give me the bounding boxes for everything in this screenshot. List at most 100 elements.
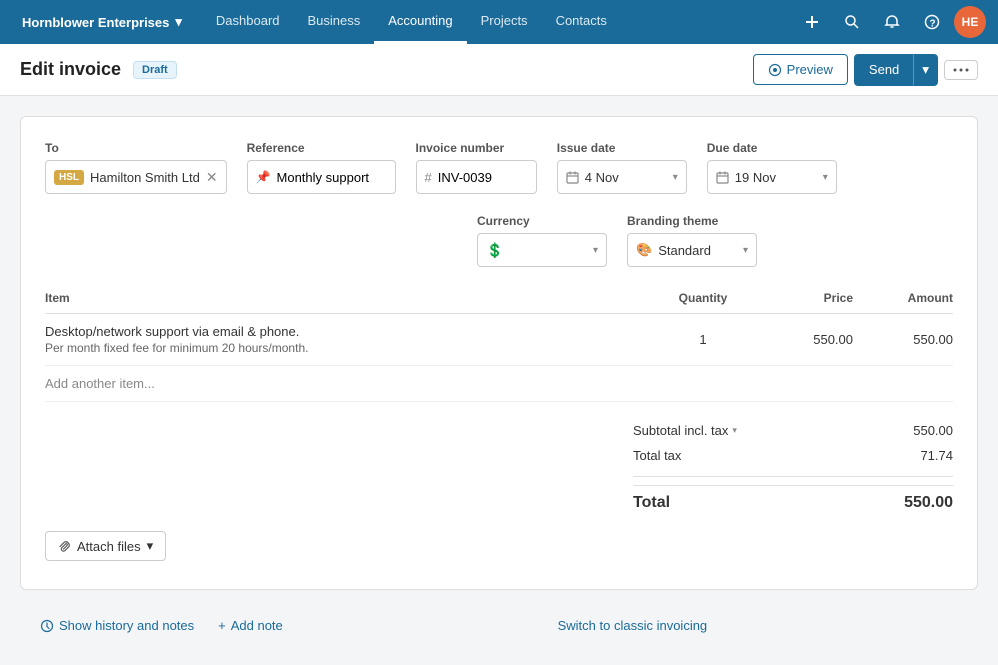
classic-invoicing-link[interactable]: Switch to classic invoicing [558, 618, 708, 633]
line-items: Item Quantity Price Amount Desktop/netwo… [45, 283, 953, 402]
currency-group: Currency 💲 ▾ [477, 214, 607, 267]
notifications-button[interactable] [874, 4, 910, 40]
add-note-icon: + [218, 618, 226, 633]
col-amount-header: Amount [853, 291, 953, 305]
item-quantity: 1 [653, 332, 753, 347]
status-badge: Draft [133, 61, 177, 79]
history-link[interactable]: Show history and notes [40, 618, 194, 633]
invoice-number-label: Invoice number [416, 141, 537, 155]
org-selector[interactable]: Hornblower Enterprises ▾ [12, 8, 192, 36]
org-name: Hornblower Enterprises [22, 15, 169, 30]
branding-label: Branding theme [627, 214, 757, 228]
col-quantity-header: Quantity [653, 291, 753, 305]
contact-remove-button[interactable]: ✕ [206, 170, 218, 184]
contact-badge: HSL [54, 170, 84, 185]
item-description: Desktop/network support via email & phon… [45, 324, 653, 355]
page-title: Edit invoice [20, 59, 121, 80]
form-row-2: Currency 💲 ▾ Branding theme 🎨 Standard ▾ [45, 214, 953, 267]
subtotal-row: Subtotal incl. tax ▾ 550.00 [633, 418, 953, 443]
org-dropdown-icon: ▾ [175, 14, 182, 30]
send-group: Send ▾ [854, 54, 938, 86]
bottom-section: Attach files ▾ [45, 517, 953, 565]
help-button[interactable]: ? [914, 4, 950, 40]
attach-files-button[interactable]: Attach files ▾ [45, 531, 166, 561]
currency-select[interactable]: 💲 ▾ [477, 233, 607, 267]
subtotal-value: 550.00 [913, 423, 953, 438]
more-options-button[interactable] [944, 60, 978, 80]
currency-caret: ▾ [593, 245, 598, 256]
item-desc-line1: Desktop/network support via email & phon… [45, 324, 653, 339]
nav-business[interactable]: Business [294, 0, 375, 44]
subtotal-label: Subtotal incl. tax ▾ [633, 423, 737, 438]
reference-field-group: Reference 📌 [247, 141, 396, 194]
search-button[interactable] [834, 4, 870, 40]
nav-dashboard[interactable]: Dashboard [202, 0, 294, 44]
branding-icon: 🎨 [636, 242, 652, 258]
item-price: 550.00 [753, 332, 853, 347]
invoice-number-input[interactable] [438, 170, 528, 185]
subtotal-caret[interactable]: ▾ [732, 425, 737, 436]
contact-tag[interactable]: HSL Hamilton Smith Ltd ✕ [45, 160, 227, 194]
grand-total-row: Total 550.00 [633, 485, 953, 517]
issue-date-picker[interactable]: 4 Nov ▾ [557, 160, 687, 194]
add-item-button[interactable]: Add another item... [45, 366, 953, 402]
send-button[interactable]: Send [854, 54, 913, 86]
branding-caret: ▾ [743, 245, 748, 256]
contact-name: Hamilton Smith Ltd [90, 170, 200, 185]
user-avatar[interactable]: HE [954, 6, 986, 38]
currency-label: Currency [477, 214, 607, 228]
svg-text:?: ? [930, 19, 936, 30]
page-header: Edit invoice Draft Preview Send ▾ [0, 44, 998, 96]
total-value: 550.00 [904, 494, 953, 512]
nav-contacts[interactable]: Contacts [542, 0, 621, 44]
table-row: Desktop/network support via email & phon… [45, 314, 953, 366]
due-date-value: 19 Nov [735, 170, 776, 185]
form-row-1: To HSL Hamilton Smith Ltd ✕ Reference 📌 … [45, 141, 953, 194]
totals-table: Subtotal incl. tax ▾ 550.00 Total tax 71… [633, 418, 953, 517]
branding-select[interactable]: 🎨 Standard ▾ [627, 233, 757, 267]
reference-input[interactable] [277, 170, 387, 185]
branding-value: Standard [658, 243, 711, 258]
issue-date-value: 4 Nov [585, 170, 619, 185]
preview-button[interactable]: Preview [753, 54, 848, 85]
send-caret-button[interactable]: ▾ [913, 54, 938, 86]
item-amount: 550.00 [853, 332, 953, 347]
totals-section: Subtotal incl. tax ▾ 550.00 Total tax 71… [45, 418, 953, 517]
total-label: Total [633, 494, 670, 512]
due-date-caret: ▾ [823, 172, 828, 183]
tax-row: Total tax 71.74 [633, 443, 953, 468]
reference-input-wrap: 📌 [247, 160, 396, 194]
due-date-picker[interactable]: 19 Nov ▾ [707, 160, 837, 194]
invoice-card: To HSL Hamilton Smith Ltd ✕ Reference 📌 … [20, 116, 978, 590]
item-desc-line2: Per month fixed fee for minimum 20 hours… [45, 341, 653, 355]
tax-value: 71.74 [920, 448, 953, 463]
due-date-label: Due date [707, 141, 837, 155]
tax-label: Total tax [633, 448, 681, 463]
page-footer: Show history and notes + Add note Switch… [20, 606, 978, 645]
to-label: To [45, 141, 227, 155]
nav-accounting[interactable]: Accounting [374, 0, 466, 44]
hash-icon: # [425, 170, 432, 185]
issue-date-label: Issue date [557, 141, 687, 155]
branding-group: Branding theme 🎨 Standard ▾ [627, 214, 757, 267]
pin-icon: 📌 [256, 170, 271, 184]
invoice-number-wrap: # [416, 160, 537, 194]
invoice-number-group: Invoice number # [416, 141, 537, 194]
col-item-header: Item [45, 291, 653, 305]
table-header: Item Quantity Price Amount [45, 283, 953, 314]
add-button[interactable] [794, 4, 830, 40]
reference-label: Reference [247, 141, 396, 155]
main-content: To HSL Hamilton Smith Ltd ✕ Reference 📌 … [0, 96, 998, 665]
issue-date-caret: ▾ [673, 172, 678, 183]
nav-right: ? HE [794, 4, 986, 40]
top-nav: Hornblower Enterprises ▾ Dashboard Busin… [0, 0, 998, 44]
add-note-link[interactable]: + Add note [218, 618, 283, 633]
to-field-group: To HSL Hamilton Smith Ltd ✕ [45, 141, 227, 194]
header-actions: Preview Send ▾ [753, 54, 978, 86]
currency-icon: 💲 [486, 242, 503, 259]
col-price-header: Price [753, 291, 853, 305]
due-date-group: Due date 19 Nov ▾ [707, 141, 837, 194]
issue-date-group: Issue date 4 Nov ▾ [557, 141, 687, 194]
nav-projects[interactable]: Projects [467, 0, 542, 44]
nav-links: Dashboard Business Accounting Projects C… [202, 0, 794, 44]
